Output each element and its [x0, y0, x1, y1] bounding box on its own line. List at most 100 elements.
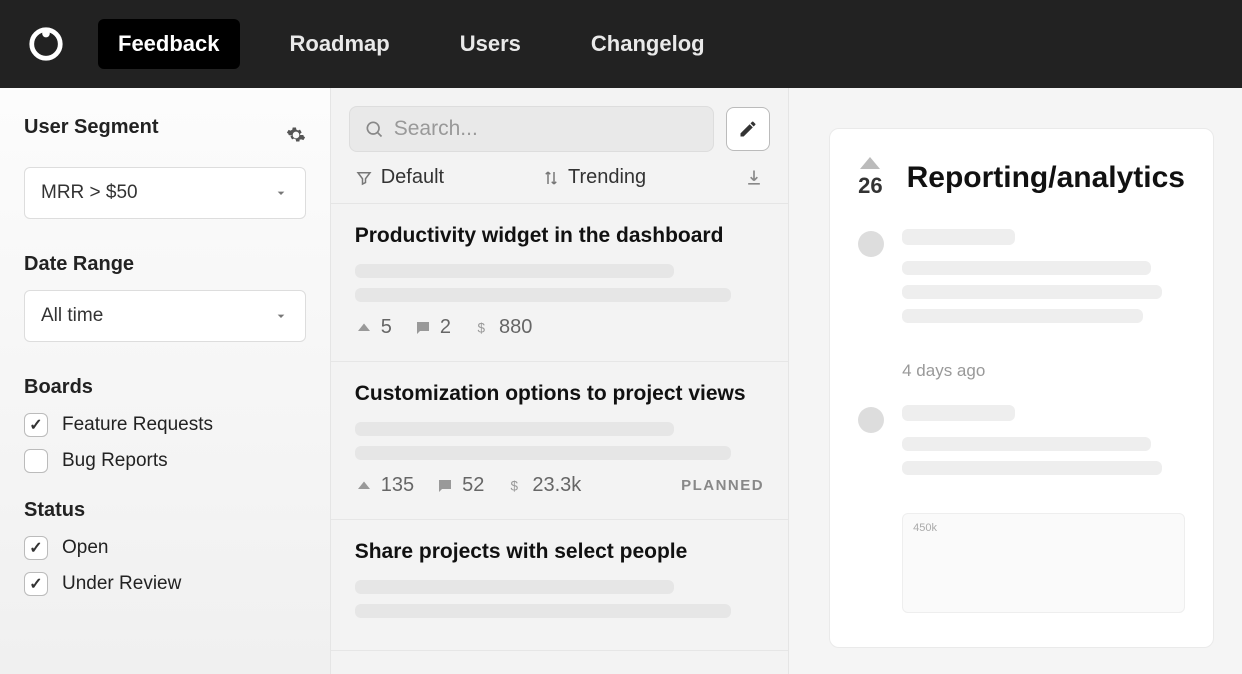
filter-bar: Default Trending — [331, 152, 788, 204]
chart-axis-label: 450k — [913, 522, 937, 534]
detail-header: 26 Reporting/analytics — [858, 157, 1185, 199]
search-box[interactable] — [349, 106, 714, 152]
nav-feedback[interactable]: Feedback — [98, 19, 240, 69]
dollar-icon: $ — [506, 477, 524, 495]
board-feature-requests[interactable]: Feature Requests — [24, 413, 306, 437]
vote-count: 26 — [858, 173, 882, 199]
gear-icon[interactable] — [286, 125, 306, 145]
detail-panel: 26 Reporting/analytics 4 days ago — [789, 88, 1242, 674]
user-segment-select[interactable]: MRR > $50 — [24, 167, 306, 219]
skeleton-line — [902, 405, 1015, 421]
vote-widget[interactable]: 26 — [858, 157, 882, 199]
comment-count: 2 — [440, 316, 451, 339]
nav-users[interactable]: Users — [440, 19, 541, 69]
card-title: Customization options to project views — [355, 382, 764, 406]
upvote-icon — [355, 477, 373, 495]
user-segment-title: User Segment — [24, 116, 159, 139]
sort-trending[interactable]: Trending — [542, 166, 646, 189]
search-input[interactable] — [394, 117, 699, 141]
comment-metric[interactable]: 2 — [414, 316, 451, 339]
skeleton-line — [902, 461, 1162, 475]
svg-text:$: $ — [477, 320, 485, 335]
upvote-metric[interactable]: 135 — [355, 474, 414, 497]
nav-changelog[interactable]: Changelog — [571, 19, 725, 69]
skeleton-line — [355, 264, 674, 278]
date-range-title: Date Range — [24, 253, 306, 276]
checkbox[interactable] — [24, 449, 48, 473]
new-post-button[interactable] — [726, 107, 770, 151]
logo-icon — [27, 25, 65, 63]
skeleton-line — [902, 437, 1151, 451]
avatar — [858, 231, 884, 257]
skeleton-line — [902, 309, 1142, 323]
comment-block — [858, 229, 1185, 333]
card-title: Share projects with select people — [355, 540, 764, 564]
filter-icon — [355, 169, 373, 187]
feedback-list: Default Trending Productivity widget in … — [331, 88, 789, 674]
checkbox[interactable] — [24, 536, 48, 560]
user-segment-header: User Segment — [24, 116, 306, 153]
dollar-icon: $ — [473, 319, 491, 337]
app-logo — [24, 22, 68, 66]
skeleton-line — [902, 261, 1151, 275]
status-open[interactable]: Open — [24, 536, 306, 560]
boards-title: Boards — [24, 376, 306, 399]
comment-icon — [414, 319, 432, 337]
status-label: Open — [62, 537, 108, 559]
upvote-icon — [860, 157, 880, 169]
user-segment-value: MRR > $50 — [41, 182, 138, 204]
feedback-card[interactable]: Customization options to project views 1… — [331, 362, 788, 520]
time-ago: 4 days ago — [902, 361, 1185, 381]
sort-icon — [542, 169, 560, 187]
skeleton-line — [355, 580, 674, 594]
skeleton-line — [355, 604, 732, 618]
upvote-count: 135 — [381, 474, 414, 497]
board-label: Bug Reports — [62, 450, 168, 472]
skeleton-line — [355, 288, 732, 302]
comment-count: 52 — [462, 474, 484, 497]
skeleton-line — [902, 285, 1162, 299]
filter-label: Default — [381, 166, 444, 189]
comment-block — [858, 405, 1185, 485]
upvote-metric[interactable]: 5 — [355, 316, 392, 339]
skeleton-line — [355, 446, 732, 460]
upvote-count: 5 — [381, 316, 392, 339]
app-body: User Segment MRR > $50 Date Range All ti… — [0, 88, 1242, 674]
mini-chart: 450k — [902, 513, 1185, 613]
skeleton-line — [902, 229, 1015, 245]
value-amount: 880 — [499, 316, 532, 339]
nav-roadmap[interactable]: Roadmap — [270, 19, 410, 69]
date-range-value: All time — [41, 305, 103, 327]
value-metric: $ 880 — [473, 316, 532, 339]
status-title: Status — [24, 499, 306, 522]
card-title: Productivity widget in the dashboard — [355, 224, 764, 248]
comment-metric[interactable]: 52 — [436, 474, 484, 497]
avatar — [858, 407, 884, 433]
checkbox[interactable] — [24, 572, 48, 596]
status-under-review[interactable]: Under Review — [24, 572, 306, 596]
svg-text:$: $ — [511, 478, 519, 493]
value-amount: 23.3k — [532, 474, 581, 497]
card-metrics: 5 2 $ 880 — [355, 316, 764, 339]
checkbox[interactable] — [24, 413, 48, 437]
date-range-select[interactable]: All time — [24, 290, 306, 342]
filter-default[interactable]: Default — [355, 166, 444, 189]
status-tag: PLANNED — [681, 477, 764, 494]
chevron-down-icon — [273, 308, 289, 324]
sort-label: Trending — [568, 166, 646, 189]
download-icon[interactable] — [744, 168, 764, 188]
skeleton-line — [355, 422, 674, 436]
top-nav: Feedback Roadmap Users Changelog — [0, 0, 1242, 88]
feedback-card[interactable]: Share projects with select people — [331, 520, 788, 651]
detail-title: Reporting/analytics — [907, 161, 1185, 195]
search-icon — [364, 118, 384, 140]
chevron-down-icon — [273, 185, 289, 201]
board-label: Feature Requests — [62, 414, 213, 436]
search-row — [331, 88, 788, 152]
board-bug-reports[interactable]: Bug Reports — [24, 449, 306, 473]
detail-card: 26 Reporting/analytics 4 days ago — [829, 128, 1214, 648]
pencil-icon — [738, 119, 758, 139]
value-metric: $ 23.3k — [506, 474, 581, 497]
card-metrics: 135 52 $ 23.3k PLANNED — [355, 474, 764, 497]
feedback-card[interactable]: Productivity widget in the dashboard 5 2… — [331, 204, 788, 362]
